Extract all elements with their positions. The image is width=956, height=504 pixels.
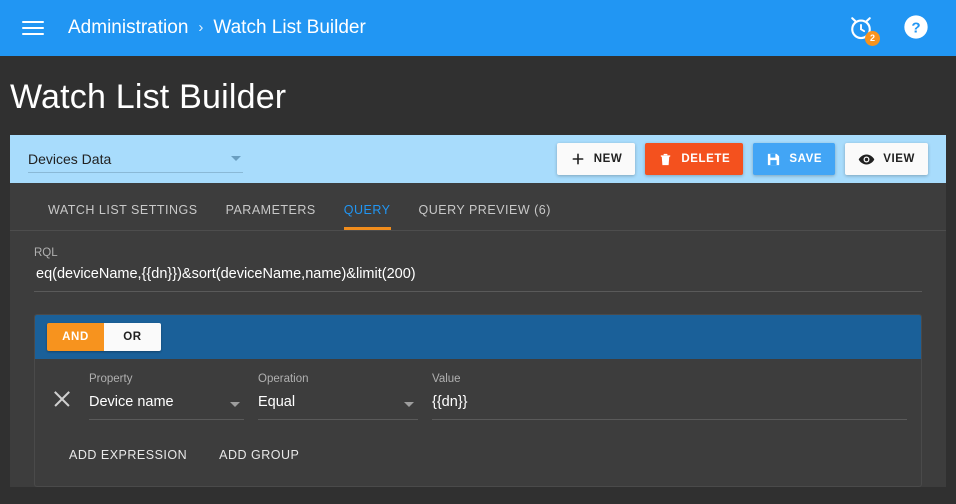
query-group-header: AND OR (35, 315, 921, 359)
toolbar-actions: NEW DELETE SAVE VIEW (556, 143, 928, 175)
hamburger-menu-icon[interactable] (22, 14, 50, 42)
app-header-actions: 2 ? (846, 13, 940, 46)
trash-icon (661, 153, 671, 165)
remove-expression-icon[interactable] (49, 386, 75, 412)
hamburger-bar (22, 33, 44, 35)
watch-list-builder-card: Devices Data NEW DELETE SAVE VIEW WATCH … (10, 135, 946, 487)
value-text: {{dn}} (432, 394, 468, 410)
add-expression-button[interactable]: ADD EXPRESSION (57, 440, 199, 470)
new-button-label: NEW (593, 153, 623, 165)
breadcrumb-current[interactable]: Watch List Builder (213, 17, 365, 39)
save-button[interactable]: SAVE (753, 143, 836, 175)
delete-button-label: DELETE (681, 153, 731, 165)
floppy-disk-icon (768, 153, 780, 165)
logic-or-button[interactable]: OR (104, 323, 161, 351)
query-tab-panel: RQL AND OR Property Device name (10, 231, 946, 487)
new-button[interactable]: NEW (556, 143, 636, 175)
property-value: Device name (89, 394, 174, 410)
page-title: Watch List Builder (10, 78, 287, 116)
query-group: AND OR Property Device name Operation Eq… (34, 314, 922, 487)
tab-label: PARAMETERS (225, 203, 316, 217)
tab-watch-list-settings[interactable]: WATCH LIST SETTINGS (34, 203, 212, 230)
chevron-down-icon (230, 402, 240, 407)
hamburger-bar (22, 21, 44, 23)
datasource-select-value: Devices Data (28, 151, 112, 167)
alarm-clock-icon[interactable]: 2 (846, 13, 880, 46)
help-glyph: ? (904, 15, 928, 39)
view-button[interactable]: VIEW (845, 143, 928, 175)
eye-icon (858, 154, 875, 164)
chevron-down-icon (404, 402, 414, 407)
rql-input[interactable] (34, 266, 922, 292)
logic-or-label: OR (123, 331, 142, 343)
chevron-down-icon (231, 156, 241, 161)
hamburger-bar (22, 27, 44, 29)
operation-value: Equal (258, 394, 296, 410)
datasource-select[interactable]: Devices Data (28, 151, 243, 173)
breadcrumb-parent-link[interactable]: Administration (68, 17, 188, 39)
breadcrumb: Administration › Watch List Builder (68, 17, 366, 39)
operation-select[interactable]: Operation Equal (258, 373, 418, 420)
value-label: Value (432, 373, 461, 385)
add-group-button[interactable]: ADD GROUP (207, 440, 311, 470)
save-button-label: SAVE (789, 153, 823, 165)
logic-and-label: AND (62, 331, 89, 343)
page-title-region: Watch List Builder (0, 56, 956, 135)
tab-label: QUERY (343, 203, 391, 217)
tab-query[interactable]: QUERY (330, 203, 405, 230)
operation-label: Operation (258, 373, 309, 385)
tab-label: QUERY PREVIEW (6) (418, 203, 551, 217)
plus-icon (572, 153, 584, 165)
alarm-badge-count: 2 (865, 31, 880, 46)
tab-label: WATCH LIST SETTINGS (48, 203, 198, 217)
property-label: Property (89, 373, 133, 385)
expression-row: Property Device name Operation Equal Val… (35, 359, 921, 420)
chevron-right-icon: › (198, 18, 204, 36)
view-button-label: VIEW (883, 153, 915, 165)
tab-query-preview[interactable]: QUERY PREVIEW (6) (405, 203, 565, 230)
rql-label: RQL (34, 247, 58, 259)
logic-toggle: AND OR (47, 323, 161, 351)
svg-text:?: ? (911, 19, 920, 36)
help-circle-icon[interactable]: ? (902, 13, 932, 43)
value-input[interactable]: Value {{dn}} (432, 373, 907, 420)
tab-bar: WATCH LIST SETTINGS PARAMETERS QUERY QUE… (10, 183, 946, 231)
group-action-buttons: ADD EXPRESSION ADD GROUP (35, 420, 921, 486)
delete-button[interactable]: DELETE (645, 143, 744, 175)
app-header-bar: Administration › Watch List Builder 2 ? (0, 0, 956, 56)
tab-parameters[interactable]: PARAMETERS (212, 203, 330, 230)
property-select[interactable]: Property Device name (89, 373, 244, 420)
card-toolbar: Devices Data NEW DELETE SAVE VIEW (10, 135, 946, 183)
logic-and-button[interactable]: AND (47, 323, 104, 351)
